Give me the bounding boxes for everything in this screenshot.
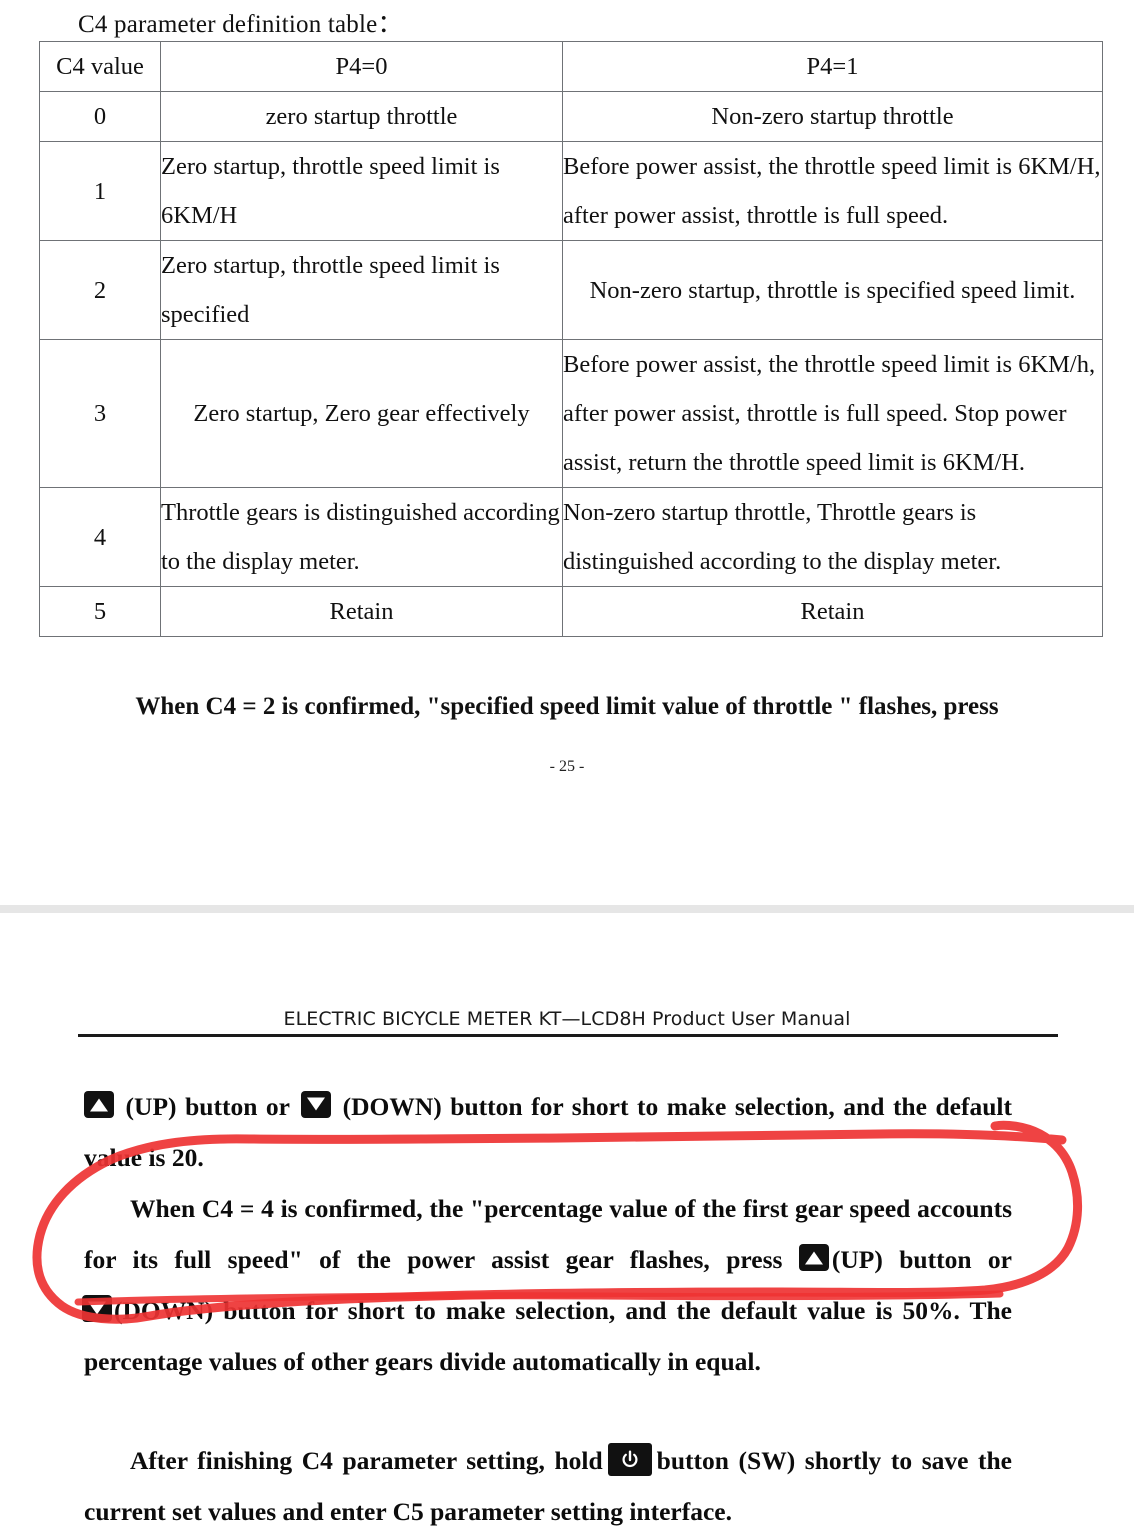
up-button-label: (UP) button or xyxy=(117,1092,291,1121)
paragraph-c4-equals-4: When C4 = 4 is confirmed, the "percentag… xyxy=(82,1183,1012,1387)
cell-line: Before power assist, the throttle speed … xyxy=(563,351,1013,378)
cell-p4-0: zero startup throttle xyxy=(160,91,563,142)
cell-c4-value: 5 xyxy=(39,586,161,637)
up-triangle-button-icon xyxy=(84,1091,114,1118)
text-line: (DOWN) button for short to make selectio… xyxy=(82,1285,1012,1336)
cell-p4-1: Non-zero startup throttle, Throttle gear… xyxy=(562,487,1103,587)
down-triangle-button-icon xyxy=(301,1091,332,1118)
cell-p4-1: Non-zero startup, throttle is specified … xyxy=(562,240,1103,340)
cell-p4-0: Zero startup, throttle speed limit is sp… xyxy=(160,240,563,340)
cell-p4-0: Throttle gears is distinguished accordin… xyxy=(160,487,563,587)
down-triangle-button-icon xyxy=(82,1295,112,1322)
cell-p4-1: Retain xyxy=(562,586,1103,637)
cell-line: 6KM/H xyxy=(161,202,238,229)
page-body-text: (UP) button or (DOWN) button for short t… xyxy=(82,1081,1012,1537)
page-divider xyxy=(0,905,1134,913)
header-cell-p4-1: P4=1 xyxy=(562,41,1103,92)
cell-p4-1: Before power assist, the throttle speed … xyxy=(562,339,1103,488)
table-row: 2 Zero startup, throttle speed limit is … xyxy=(39,240,1103,340)
text-line: current set values and enter C5 paramete… xyxy=(84,1497,732,1526)
document-header-title: ELECTRIC BICYCLE METER KT—LCD8H Product … xyxy=(283,1008,851,1030)
cell-line: Before power assist, the throttle speed … xyxy=(563,153,1013,180)
cell-p4-0: Retain xyxy=(160,586,563,637)
text-line: (UP) button or (DOWN) button for short t… xyxy=(84,1081,1012,1132)
table-caption-below: When C4 = 2 is confirmed, "specified spe… xyxy=(135,693,999,720)
table-row: 5 Retain Retain xyxy=(39,586,1103,637)
text-line: After finishing C4 parameter setting, ho… xyxy=(84,1435,1012,1486)
power-button-icon xyxy=(607,1443,652,1476)
document-page-25: C4 parameter definition table： C4 value … xyxy=(0,0,1134,905)
table-row: 1 Zero startup, throttle speed limit is … xyxy=(39,141,1103,241)
cell-line: Zero startup, throttle speed limit is xyxy=(161,153,500,180)
cell-p4-0: Zero startup, Zero gear effectively xyxy=(160,339,563,488)
text-line: When C4 = 4 is confirmed, the "percentag… xyxy=(130,1194,1012,1223)
header-rule xyxy=(78,1034,1058,1037)
paragraph-save-and-enter-c5: After finishing C4 parameter setting, ho… xyxy=(84,1435,1012,1537)
paragraph-up-down-default-20: (UP) button or (DOWN) button for short t… xyxy=(84,1081,1012,1183)
cell-c4-value: 3 xyxy=(39,339,161,488)
down-button-label: (DOWN) button for short to make selectio… xyxy=(114,1296,1012,1325)
text-line: for its full speed" of the power assist … xyxy=(84,1234,1012,1285)
down-button-label: (DOWN) button for short to make selectio… xyxy=(334,1092,1012,1121)
cell-c4-value: 1 xyxy=(39,141,161,241)
document-page-26: ELECTRIC BICYCLE METER KT—LCD8H Product … xyxy=(0,913,1134,1526)
table-header-row: C4 value P4=0 P4=1 xyxy=(39,41,1103,92)
table-caption-above: C4 parameter definition table： xyxy=(78,11,403,38)
up-triangle-button-icon xyxy=(798,1244,829,1271)
c4-parameter-definition-table: C4 value P4=0 P4=1 0 zero startup thrott… xyxy=(39,41,1103,637)
cell-line: distinguished according to the display m… xyxy=(563,548,1002,575)
after-finishing-text: After finishing C4 parameter setting, ho… xyxy=(130,1446,603,1475)
up-button-label: (UP) button or xyxy=(831,1245,1012,1274)
header-cell-c4-value: C4 value xyxy=(39,41,161,92)
cell-line: 6KM/H. xyxy=(942,449,1026,476)
cell-line: specified xyxy=(161,301,250,328)
text-line: value is 20. xyxy=(84,1143,204,1172)
cell-c4-value: 4 xyxy=(39,487,161,587)
header-cell-p4-0: P4=0 xyxy=(160,41,563,92)
cell-p4-0: Zero startup, throttle speed limit is 6K… xyxy=(160,141,563,241)
cell-line: Non-zero startup throttle, Throttle gear… xyxy=(563,499,977,526)
table-row: 4 Throttle gears is distinguished accord… xyxy=(39,487,1103,587)
page-number: - 25 - xyxy=(549,758,585,775)
text-line: percentage values of other gears divide … xyxy=(84,1347,761,1376)
table-row: 0 zero startup throttle Non-zero startup… xyxy=(39,91,1103,142)
cell-c4-value: 0 xyxy=(39,91,161,142)
button-sw-label: button (SW) shortly to save the xyxy=(656,1446,1013,1475)
table-row: 3 Zero startup, Zero gear effectively Be… xyxy=(39,339,1103,488)
cell-line: Throttle gears is distinguished xyxy=(161,499,457,526)
cell-c4-value: 2 xyxy=(39,240,161,340)
cell-line: Zero startup, throttle speed limit is xyxy=(161,252,500,279)
cell-p4-1: Non-zero startup throttle xyxy=(562,91,1103,142)
press-up-text: for its full speed" of the power assist … xyxy=(84,1245,799,1274)
cell-p4-1: Before power assist, the throttle speed … xyxy=(562,141,1103,241)
